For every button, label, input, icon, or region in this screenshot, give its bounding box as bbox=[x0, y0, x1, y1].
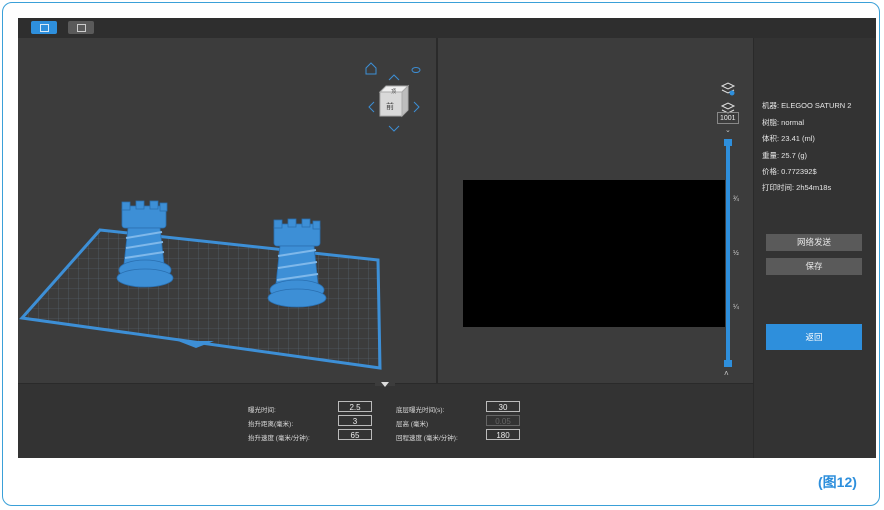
rotate-down-icon bbox=[388, 125, 400, 132]
print-time-info: 打印时间: 2h54m18s bbox=[762, 183, 832, 192]
bottom-exposure-input[interactable]: 30 bbox=[486, 401, 520, 412]
collapse-toggle[interactable] bbox=[375, 376, 395, 387]
resin-info: 树脂: normal bbox=[762, 118, 805, 127]
network-send-button[interactable]: 网络发送 bbox=[766, 234, 862, 251]
machine-info: 机器: ELEGOO SATURN 2 bbox=[762, 101, 852, 110]
view-dropdown-icon[interactable] bbox=[68, 21, 94, 34]
bottom-exposure-label: 底层曝光时间(s): bbox=[396, 407, 445, 414]
rotate-left-icon bbox=[368, 101, 375, 113]
info-panel: 机器: ELEGOO SATURN 2 树脂: normal 体积: 23.41… bbox=[753, 38, 876, 458]
eye-view-icon bbox=[411, 67, 421, 73]
lift-distance-input[interactable]: 3 bbox=[338, 415, 372, 426]
navigation-cube[interactable]: 前 顶 bbox=[365, 62, 421, 132]
chevron-down-icon[interactable]: ⌄ bbox=[725, 126, 731, 134]
lift-speed-input[interactable]: 65 bbox=[338, 429, 372, 440]
retract-speed-input[interactable]: 180 bbox=[486, 429, 520, 440]
save-button[interactable]: 保存 bbox=[766, 258, 862, 275]
exposure-label: 曝光时间: bbox=[248, 407, 276, 414]
lift-speed-label: 抬升速度 (毫米/分钟): bbox=[248, 435, 310, 442]
home-view-icon bbox=[365, 62, 377, 75]
figure-caption: (图12) bbox=[818, 474, 857, 490]
collapse-arrow-icon bbox=[381, 382, 389, 387]
slicer-window: 前 顶 1001 ⌄ ¾ ½ ¼ ˄ 机器: ELEGOO SATURN 2 树… bbox=[18, 18, 876, 458]
slider-tick-quarter: ¼ bbox=[733, 304, 739, 311]
navcube-face-label: 前 bbox=[386, 101, 394, 111]
back-button[interactable]: 返回 bbox=[766, 324, 862, 350]
slider-tick-half: ½ bbox=[733, 250, 739, 257]
build-plate-scene: 前 顶 bbox=[19, 62, 421, 370]
top-toolbar bbox=[18, 18, 876, 38]
slice-image bbox=[463, 180, 725, 327]
build-plate bbox=[19, 228, 382, 370]
3d-viewport[interactable]: 前 顶 bbox=[18, 38, 436, 383]
retract-speed-label: 回程速度 (毫米/分钟): bbox=[396, 435, 458, 442]
layer-slider[interactable] bbox=[726, 142, 730, 364]
weight-info: 重量: 25.7 (g) bbox=[762, 151, 808, 160]
rotate-up-icon bbox=[388, 74, 400, 81]
slice-icon[interactable] bbox=[31, 21, 57, 34]
rotate-right-icon bbox=[413, 101, 420, 113]
slice-preview-panel: 1001 ⌄ ¾ ½ ¼ ˄ bbox=[438, 38, 753, 383]
price-info: 价格: 0.772392$ bbox=[762, 167, 817, 176]
layer-slider-top-handle[interactable] bbox=[724, 139, 732, 146]
volume-info: 体积: 23.41 (ml) bbox=[762, 134, 815, 143]
layer-count-input[interactable]: 1001 bbox=[717, 112, 739, 124]
slider-tick-three-quarters: ¾ bbox=[733, 196, 739, 203]
chevron-up-icon[interactable]: ˄ bbox=[724, 369, 729, 378]
lift-distance-label: 抬升距离(毫米): bbox=[248, 421, 294, 428]
parameter-panel: 曝光时间: 2.5 底层曝光时间(s): 30 抬升距离(毫米): 3 层高 (… bbox=[18, 376, 753, 458]
layer-height-input: 0.05 bbox=[486, 415, 520, 426]
layer-slider-bottom-handle[interactable] bbox=[724, 360, 732, 367]
layers-icon[interactable] bbox=[720, 82, 736, 96]
exposure-input[interactable]: 2.5 bbox=[338, 401, 372, 412]
navcube-top-label: 顶 bbox=[391, 89, 396, 95]
layer-height-label: 层高 (毫米) bbox=[396, 421, 429, 428]
